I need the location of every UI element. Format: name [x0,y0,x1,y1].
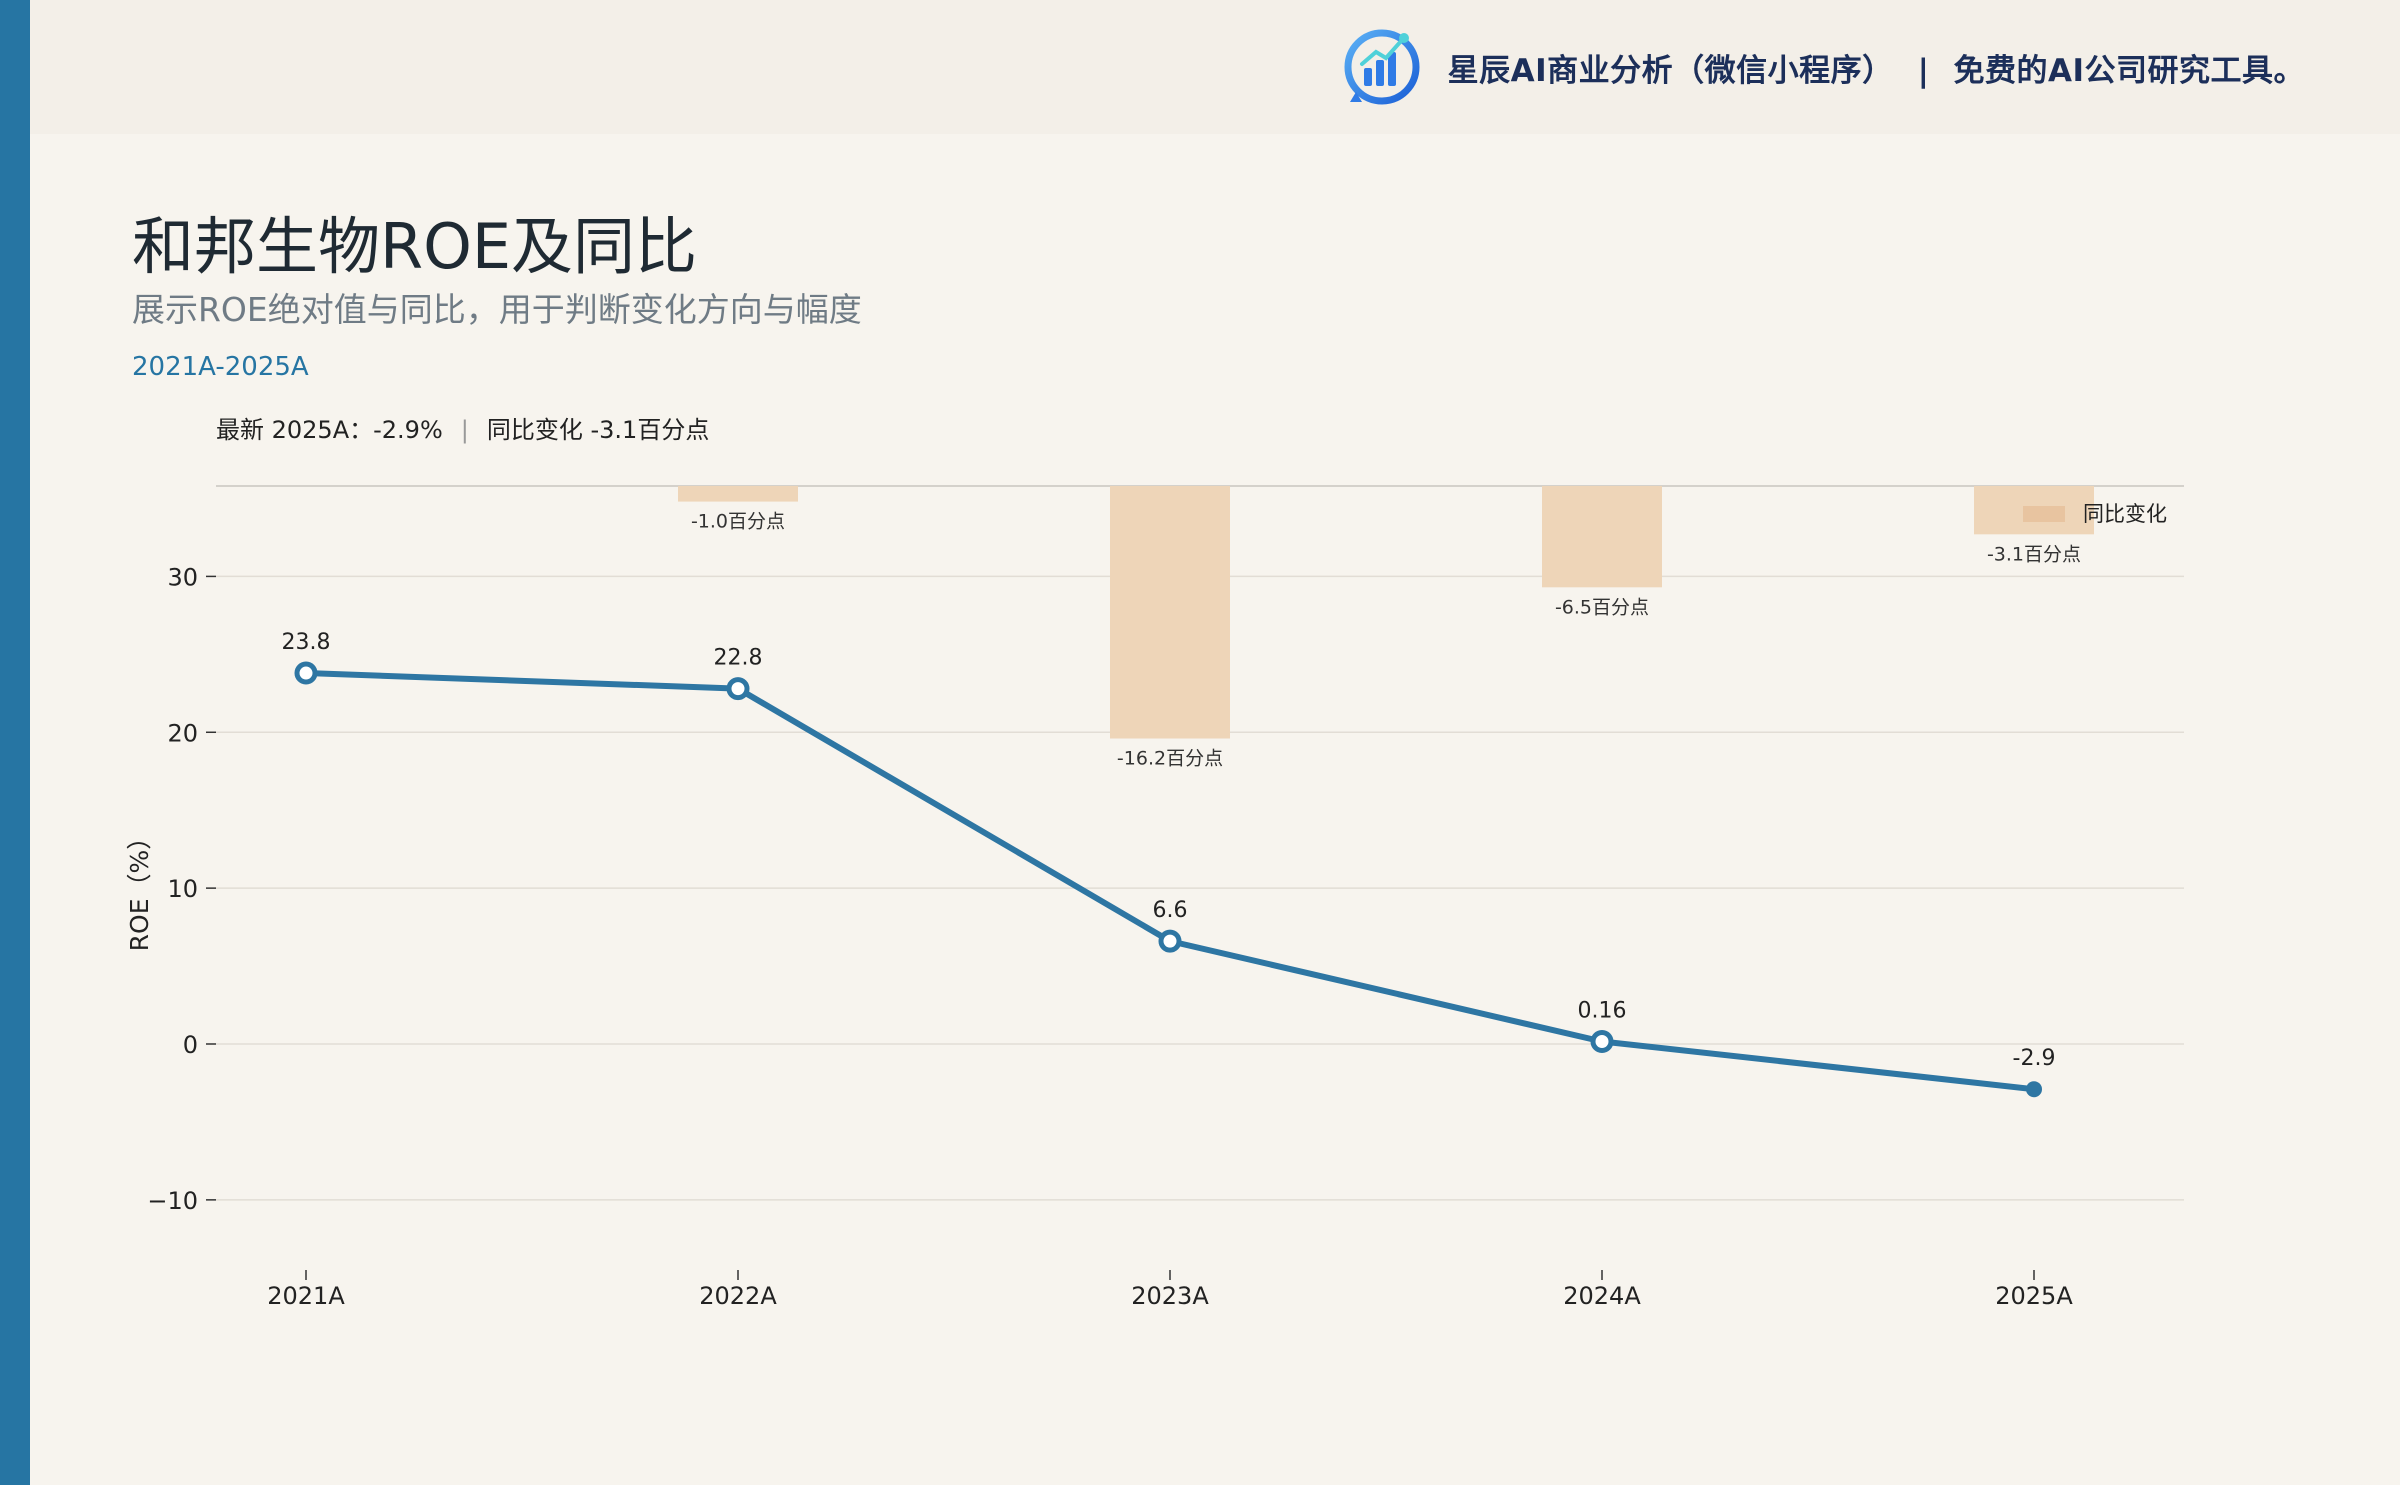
roe-value-label: 6.6 [1153,898,1188,923]
x-tick-label: 2024A [1563,1282,1641,1310]
yoy-bar-label: -3.1百分点 [1987,543,2081,565]
x-tick-label: 2023A [1131,1282,1209,1310]
yoy-bar [1110,486,1230,739]
roe-point [726,677,750,701]
roe-point [294,661,318,685]
roe-value-label: 23.8 [282,630,331,655]
x-tick-label: 2021A [267,1282,345,1310]
yoy-bar [678,486,798,502]
roe-point [1158,929,1182,953]
y-tick-label: 30 [167,563,198,591]
yoy-bar-label: -16.2百分点 [1117,748,1223,770]
y-axis-label: ROE（%） [125,825,154,952]
roe-value-label: -2.9 [2013,1046,2056,1071]
roe-point [2026,1081,2042,1098]
yoy-bar [1542,486,1662,588]
y-tick-label: −10 [147,1187,198,1215]
yoy-bar-label: -1.0百分点 [691,511,785,533]
x-tick-label: 2022A [699,1282,777,1310]
legend-label: 同比变化 [2083,502,2167,526]
roe-chart: −10 0 10 20 30 ROE（%） -1.0百分点 -16.2百分点 -6.5百分点 -3… [125,485,2184,1310]
roe-value-label: 0.16 [1578,999,1627,1024]
roe-value-label: 22.8 [714,646,763,671]
legend-swatch [2023,506,2065,522]
y-tick-label: 10 [167,875,198,903]
yoy-bar-label: -6.5百分点 [1555,596,1649,618]
x-tick-label: 2025A [1995,1282,2073,1310]
roe-point [1590,1030,1614,1054]
y-tick-label: 20 [167,719,198,747]
y-tick-label: 0 [183,1031,198,1059]
